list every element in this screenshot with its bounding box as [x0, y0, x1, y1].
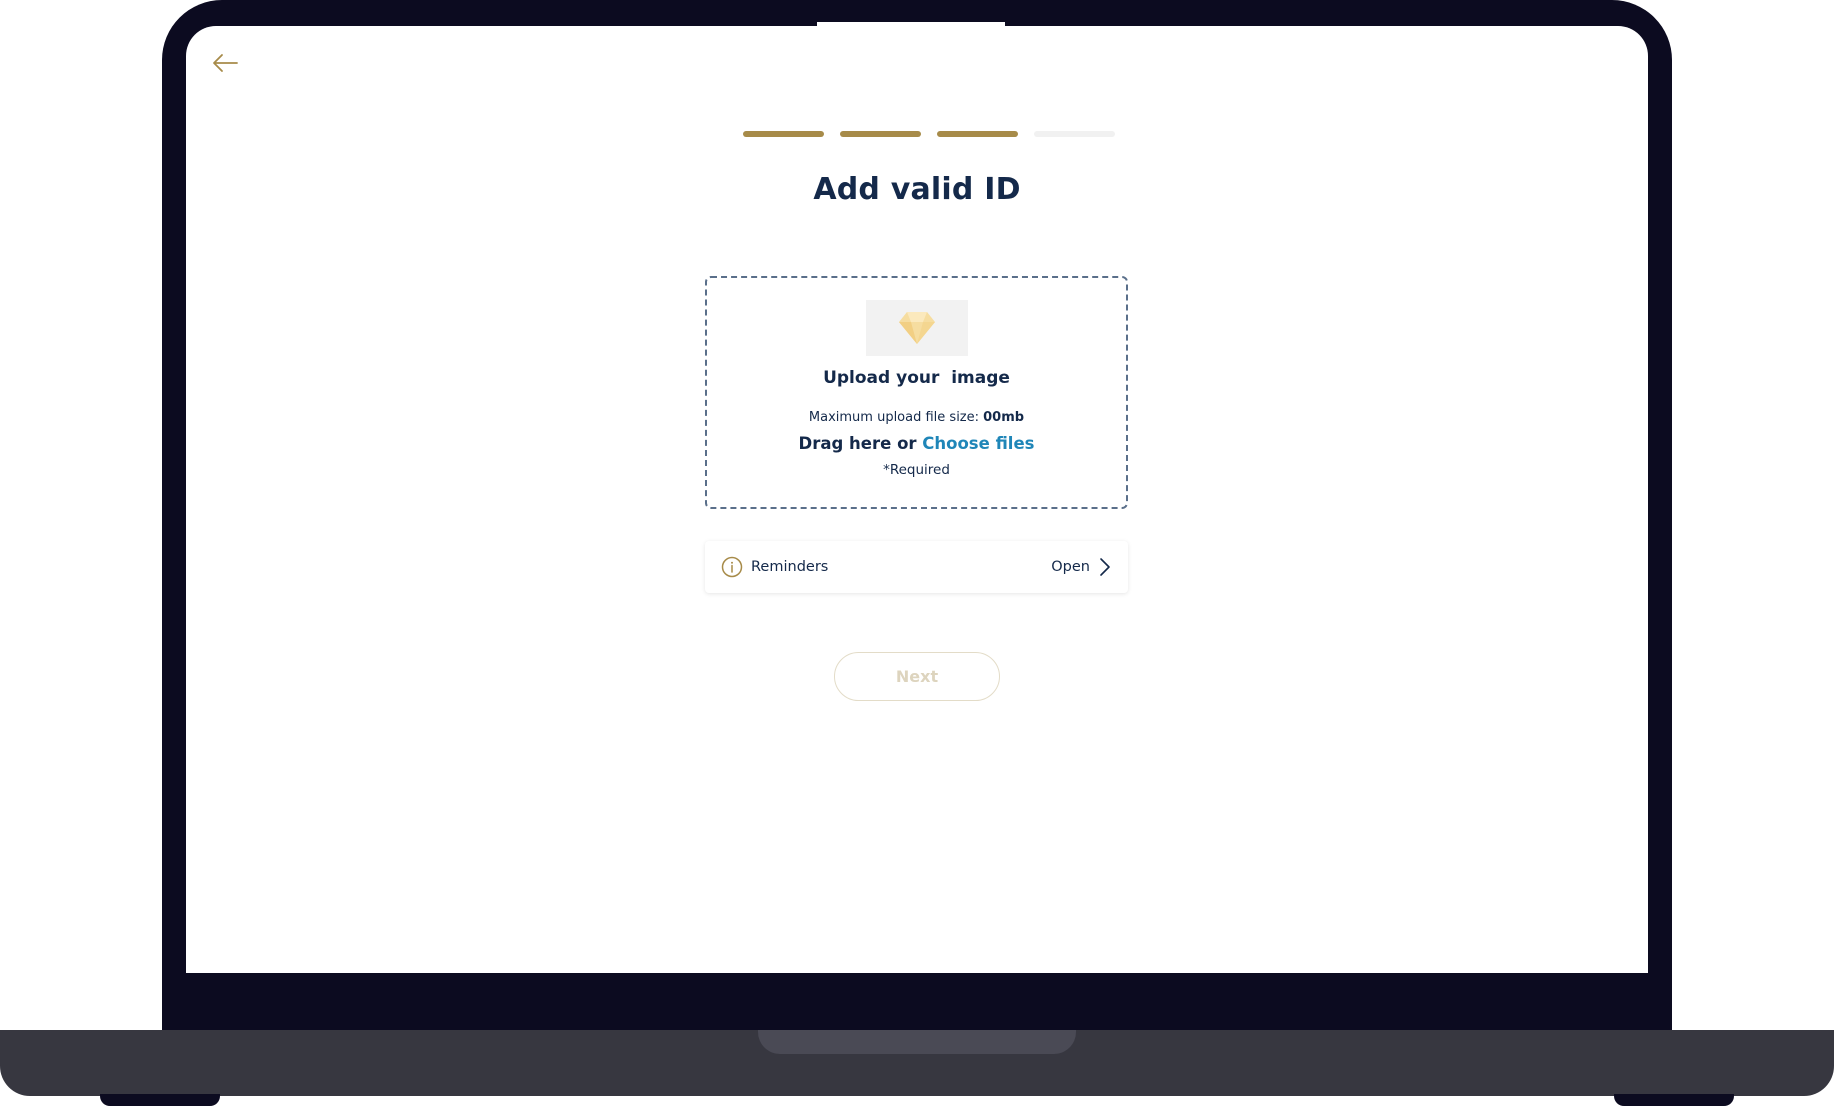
info-icon — [721, 556, 743, 578]
page-title: Add valid ID — [813, 172, 1021, 207]
laptop-trackpad-notch — [758, 1030, 1076, 1054]
reminders-label: Reminders — [751, 559, 829, 575]
app-screen: Add valid ID Upload your image Maximum u… — [186, 26, 1648, 973]
next-button[interactable]: Next — [834, 652, 1000, 701]
max-size-label: Maximum upload file size: — [808, 410, 984, 425]
progress-step-4 — [1034, 131, 1115, 137]
upload-thumbnail — [865, 300, 968, 356]
arrow-left-icon — [213, 54, 238, 72]
max-size-value: 00mb — [983, 410, 1025, 425]
reminders-panel[interactable]: Reminders Open — [705, 541, 1128, 593]
back-button[interactable] — [208, 48, 242, 78]
progress-step-3 — [937, 131, 1018, 137]
drag-text: Drag here or — [798, 434, 923, 453]
reminders-left: Reminders — [721, 556, 828, 578]
reminders-open-toggle[interactable]: Open — [1051, 556, 1112, 578]
diamond-icon — [898, 312, 935, 344]
laptop-foot-left — [100, 1094, 220, 1106]
reminders-open-label: Open — [1051, 559, 1090, 575]
required-note: *Required — [883, 462, 950, 478]
progress-step-2 — [840, 131, 921, 137]
camera-notch — [817, 22, 1005, 30]
choose-files-link[interactable]: Choose files — [922, 434, 1034, 453]
laptop-foot-right — [1614, 1094, 1734, 1106]
chevron-right-icon — [1100, 558, 1110, 576]
laptop-mockup: Add valid ID Upload your image Maximum u… — [0, 0, 1834, 1106]
upload-title: Upload your image — [823, 368, 1010, 388]
max-size-text: Maximum upload file size: 00mb — [809, 410, 1024, 425]
upload-dropzone[interactable]: Upload your image Maximum upload file si… — [705, 276, 1128, 509]
progress-step-1 — [743, 131, 824, 137]
step-progress — [743, 131, 1115, 137]
drag-instructions: Drag here or Choose files — [799, 434, 1035, 453]
